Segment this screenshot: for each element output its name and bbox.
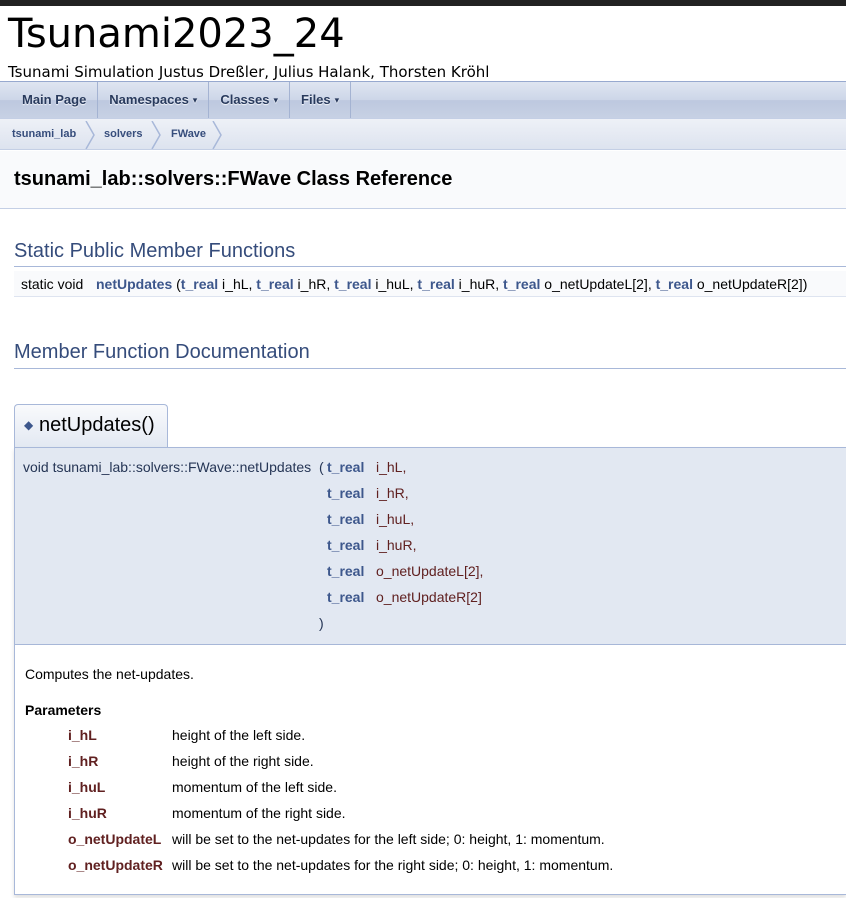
summary-param-name: i_huR: [454, 276, 496, 292]
nav-main-page[interactable]: Main Page: [0, 82, 99, 118]
page-header: tsunami_lab::solvers::FWave Class Refere…: [0, 151, 846, 209]
summary-param-type-link[interactable]: t_real: [256, 276, 293, 292]
param-doc-desc: momentum of the right side.: [172, 805, 346, 821]
prototype-param-name: i_huL,: [376, 511, 415, 527]
window-top-strip: [0, 0, 846, 6]
prototype-open-paren: (: [319, 459, 324, 475]
page-title: tsunami_lab::solvers::FWave Class Refere…: [14, 168, 453, 190]
param-doc-desc: momentum of the left side.: [172, 779, 337, 795]
summary-param-type-link[interactable]: t_real: [334, 276, 371, 292]
breadcrumb-item-tsunami-lab[interactable]: tsunami_lab: [12, 119, 76, 150]
prototype-param-type-link[interactable]: t_real: [327, 589, 364, 605]
prototype-param-type-link[interactable]: t_real: [327, 485, 364, 501]
member-prototype: void tsunami_lab::solvers::FWave::netUpd…: [14, 447, 846, 645]
summary-param-name: o_netUpdateL[2]: [540, 276, 648, 292]
summary-close-paren: ): [802, 276, 808, 292]
breadcrumb-separator-icon: [85, 121, 95, 149]
prototype-param-type-link[interactable]: t_real: [327, 459, 364, 475]
param-doc-name: i_huR: [68, 805, 107, 821]
param-doc-name: i_hL: [68, 727, 97, 743]
prototype-param-type-link[interactable]: t_real: [327, 563, 364, 579]
summary-param-name: i_hR: [293, 276, 327, 292]
nav-classes[interactable]: Classes ▾: [209, 82, 291, 118]
summary-param-sep: ,: [495, 276, 504, 292]
project-title: Tsunami2023_24: [8, 11, 345, 57]
nav-files[interactable]: Files ▾: [290, 82, 352, 118]
summary-param-name: i_huL: [371, 276, 410, 292]
member-description: Computes the net-updates. Parameters i_h…: [14, 645, 846, 895]
param-doc-name: i_hR: [68, 753, 99, 769]
summary-param-name: o_netUpdateR[2]: [692, 276, 803, 292]
summary-signature: netUpdates (t_real i_hL, t_real i_hR, t_…: [96, 271, 807, 297]
member-summary-row: static void netUpdates (t_real i_hL, t_r…: [14, 271, 846, 297]
summary-param-type-link[interactable]: t_real: [503, 276, 540, 292]
nav-files-label: Files: [301, 92, 331, 107]
nav-classes-label: Classes: [220, 92, 270, 107]
param-doc-desc: height of the left side.: [172, 727, 306, 743]
prototype-function-name: void tsunami_lab::solvers::FWave::netUpd…: [23, 459, 312, 475]
param-doc-desc: will be set to the net-updates for the r…: [172, 857, 614, 873]
section-divider: [14, 266, 846, 267]
main-nav: Main Page Namespaces ▾ Classes ▾ Files ▾: [0, 81, 846, 118]
breadcrumb-separator-icon: [151, 121, 161, 149]
nav-main-page-label: Main Page: [22, 92, 87, 107]
summary-param-sep: ,: [647, 276, 656, 292]
summary-return-type: static void: [21, 276, 84, 292]
prototype-param-name: i_huR,: [376, 537, 417, 553]
breadcrumb-separator-icon: [212, 121, 222, 149]
summary-param-sep: ,: [326, 276, 335, 292]
prototype-param-name: o_netUpdateR[2]: [376, 589, 482, 605]
nav-namespaces-label: Namespaces: [109, 92, 189, 107]
project-brief: Tsunami Simulation Justus Dreßler, Juliu…: [8, 63, 490, 81]
param-doc-name: o_netUpdateL: [68, 831, 162, 847]
breadcrumb-item-solvers[interactable]: solvers: [104, 119, 143, 150]
summary-param-name: i_hL: [218, 276, 249, 292]
param-doc-name: o_netUpdateR: [68, 857, 163, 873]
summary-param-type-link[interactable]: t_real: [417, 276, 454, 292]
prototype-param-name: o_netUpdateL[2],: [376, 563, 484, 579]
summary-open-paren: (: [172, 276, 181, 292]
diamond-icon: ◆: [24, 418, 34, 432]
member-brief: Computes the net-updates.: [25, 666, 194, 682]
member-doc-tab[interactable]: ◆ netUpdates(): [14, 404, 168, 448]
parameters-heading: Parameters: [25, 702, 102, 718]
prototype-param-type-link[interactable]: t_real: [327, 511, 364, 527]
prototype-param-name: i_hR,: [376, 485, 409, 501]
prototype-param-type-link[interactable]: t_real: [327, 537, 364, 553]
chevron-down-icon: ▾: [273, 95, 279, 105]
member-doc-title: netUpdates(): [39, 414, 155, 436]
param-doc-desc: will be set to the net-updates for the l…: [172, 831, 605, 847]
prototype-param-name: i_hL,: [376, 459, 407, 475]
summary-param-type-link[interactable]: t_real: [656, 276, 693, 292]
chevron-down-icon: ▾: [334, 95, 340, 105]
section-divider: [14, 368, 846, 369]
param-doc-name: i_huL: [68, 779, 106, 795]
breadcrumb-item-fwave[interactable]: FWave: [171, 119, 206, 150]
prototype-close-paren: ): [319, 615, 324, 631]
param-doc-desc: height of the right side.: [172, 753, 314, 769]
summary-function-link[interactable]: netUpdates: [96, 276, 172, 292]
breadcrumb: tsunami_lab solvers FWave: [0, 118, 846, 150]
section-heading-static-public: Static Public Member Functions: [14, 240, 296, 262]
summary-param-type-link[interactable]: t_real: [181, 276, 218, 292]
chevron-down-icon: ▾: [192, 95, 198, 105]
section-heading-member-doc: Member Function Documentation: [14, 341, 310, 363]
nav-namespaces[interactable]: Namespaces ▾: [98, 82, 210, 118]
